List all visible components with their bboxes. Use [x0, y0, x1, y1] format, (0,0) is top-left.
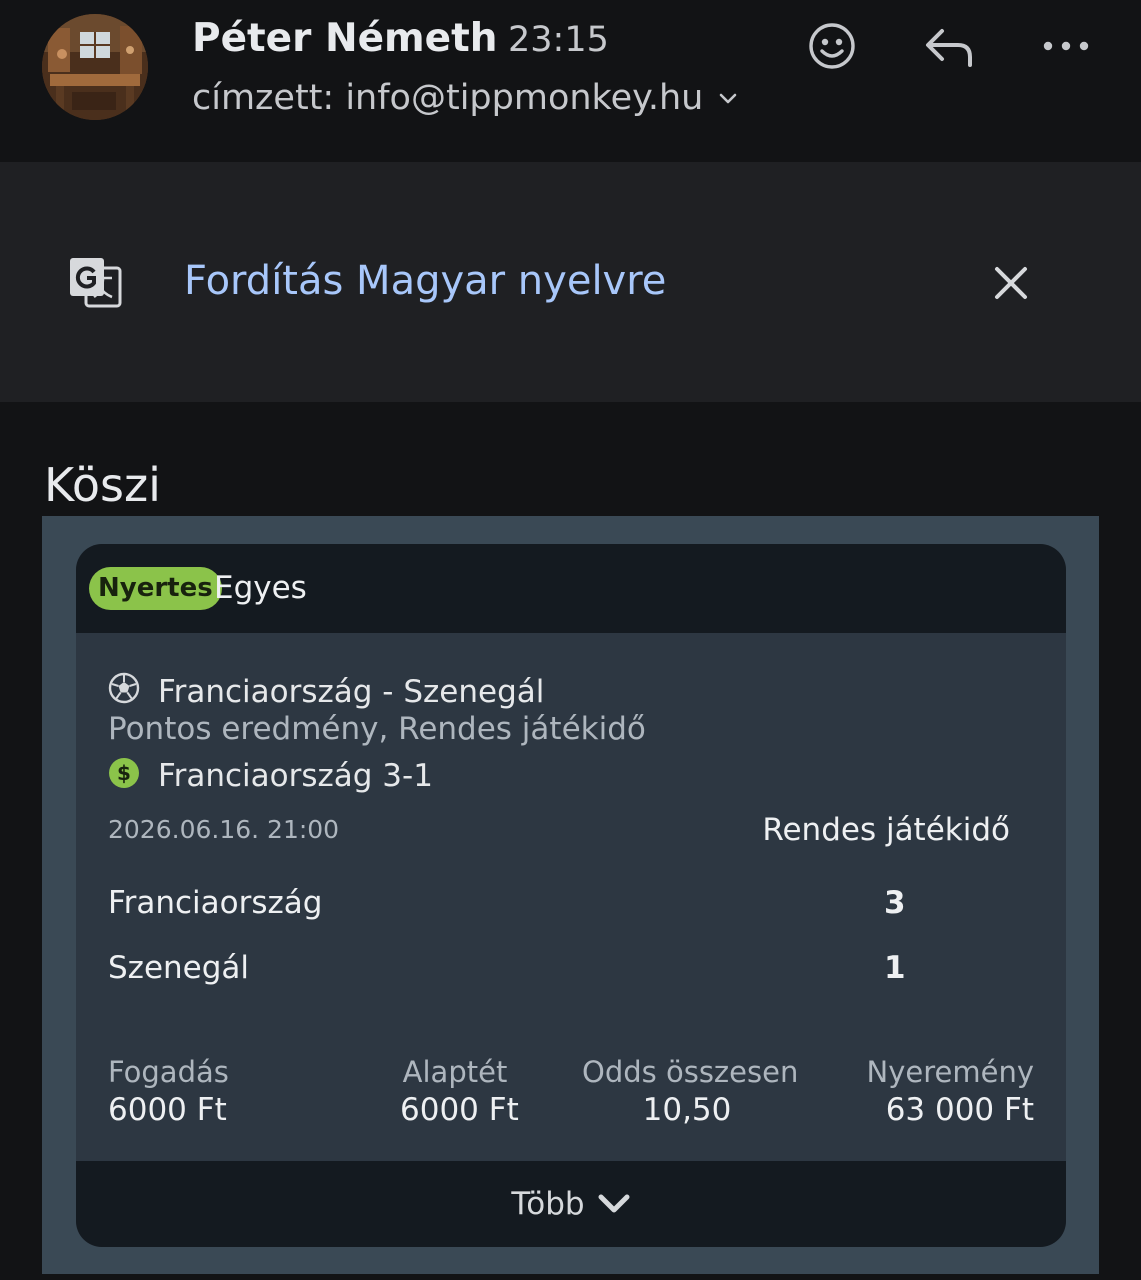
bet-market: Pontos eredmény, Rendes játékidő	[108, 711, 646, 747]
stat-winnings-label: Nyeremény	[866, 1055, 1034, 1089]
sender-name: Péter Németh	[192, 16, 498, 61]
sender-avatar[interactable]	[42, 14, 148, 120]
stat-stake: Fogadás 6000 Ft	[108, 1054, 229, 1130]
stat-odds-value: 10,50	[642, 1092, 732, 1128]
bet-type: Egyes	[214, 570, 307, 606]
recipient-text: címzett: info@tippmonkey.hu	[192, 78, 704, 118]
email-header: Péter Németh 23:15 címzett: info@tippmon…	[0, 0, 1141, 162]
bet-selection: Franciaország 3-1	[158, 758, 433, 794]
stat-winnings: Nyeremény 63 000 Ft	[867, 1054, 1034, 1130]
workshop-photo-icon	[42, 14, 148, 120]
match-title: Franciaország - Szenegál	[158, 674, 545, 710]
chevron-down-icon	[720, 93, 737, 104]
more-icon	[1043, 41, 1089, 51]
close-icon[interactable]	[988, 260, 1034, 306]
svg-text:$: $	[117, 761, 131, 785]
stat-odds: Odds összesen 10,50	[582, 1054, 799, 1130]
bet-card-footer: Több	[76, 1161, 1066, 1247]
team-name-away: Szenegál	[108, 950, 250, 986]
bet-card: Nyertes Egyes Franciaország - Szenegál P…	[76, 544, 1066, 1247]
bet-slip-image[interactable]: Nyertes Egyes Franciaország - Szenegál P…	[42, 516, 1099, 1274]
more-options-button[interactable]	[1038, 18, 1094, 74]
emoji-reaction-button[interactable]	[804, 18, 860, 74]
stat-odds-label: Odds összesen	[582, 1055, 799, 1089]
reply-icon	[926, 29, 972, 67]
chevron-down-icon	[598, 1194, 630, 1213]
emoji-icon	[809, 23, 855, 69]
translate-banner: Fordítás Magyar nyelvre	[0, 162, 1141, 402]
more-button[interactable]: Több	[511, 1186, 630, 1222]
stat-base-value: 6000 Ft	[400, 1092, 519, 1128]
bet-card-header: Nyertes Egyes	[76, 544, 1066, 633]
more-label: Több	[511, 1186, 585, 1222]
google-translate-icon	[70, 258, 122, 308]
stat-base-label: Alaptét	[402, 1055, 508, 1089]
match-datetime: 2026.06.16. 21:00	[108, 815, 340, 844]
team-name-home: Franciaország	[108, 885, 323, 921]
team-score-home: 3	[884, 885, 906, 921]
stat-winnings-value: 63 000 Ft	[885, 1092, 1034, 1128]
recipient-toggle[interactable]: címzett: info@tippmonkey.hu	[192, 78, 739, 118]
status-badge: Nyertes	[89, 567, 222, 610]
stat-base: Alaptét 6000 Ft	[400, 1054, 519, 1130]
dollar-coin-icon: $	[109, 758, 139, 788]
team-score-away: 1	[884, 950, 906, 986]
message-greeting: Köszi	[44, 458, 161, 512]
message-time: 23:15	[508, 20, 609, 60]
soccer-ball-icon	[108, 672, 140, 704]
translate-link[interactable]: Fordítás Magyar nyelvre	[184, 258, 666, 304]
reply-button[interactable]	[920, 18, 976, 74]
match-period: Rendes játékidő	[762, 812, 1010, 848]
stat-stake-value: 6000 Ft	[108, 1092, 227, 1128]
stat-stake-label: Fogadás	[108, 1055, 229, 1089]
